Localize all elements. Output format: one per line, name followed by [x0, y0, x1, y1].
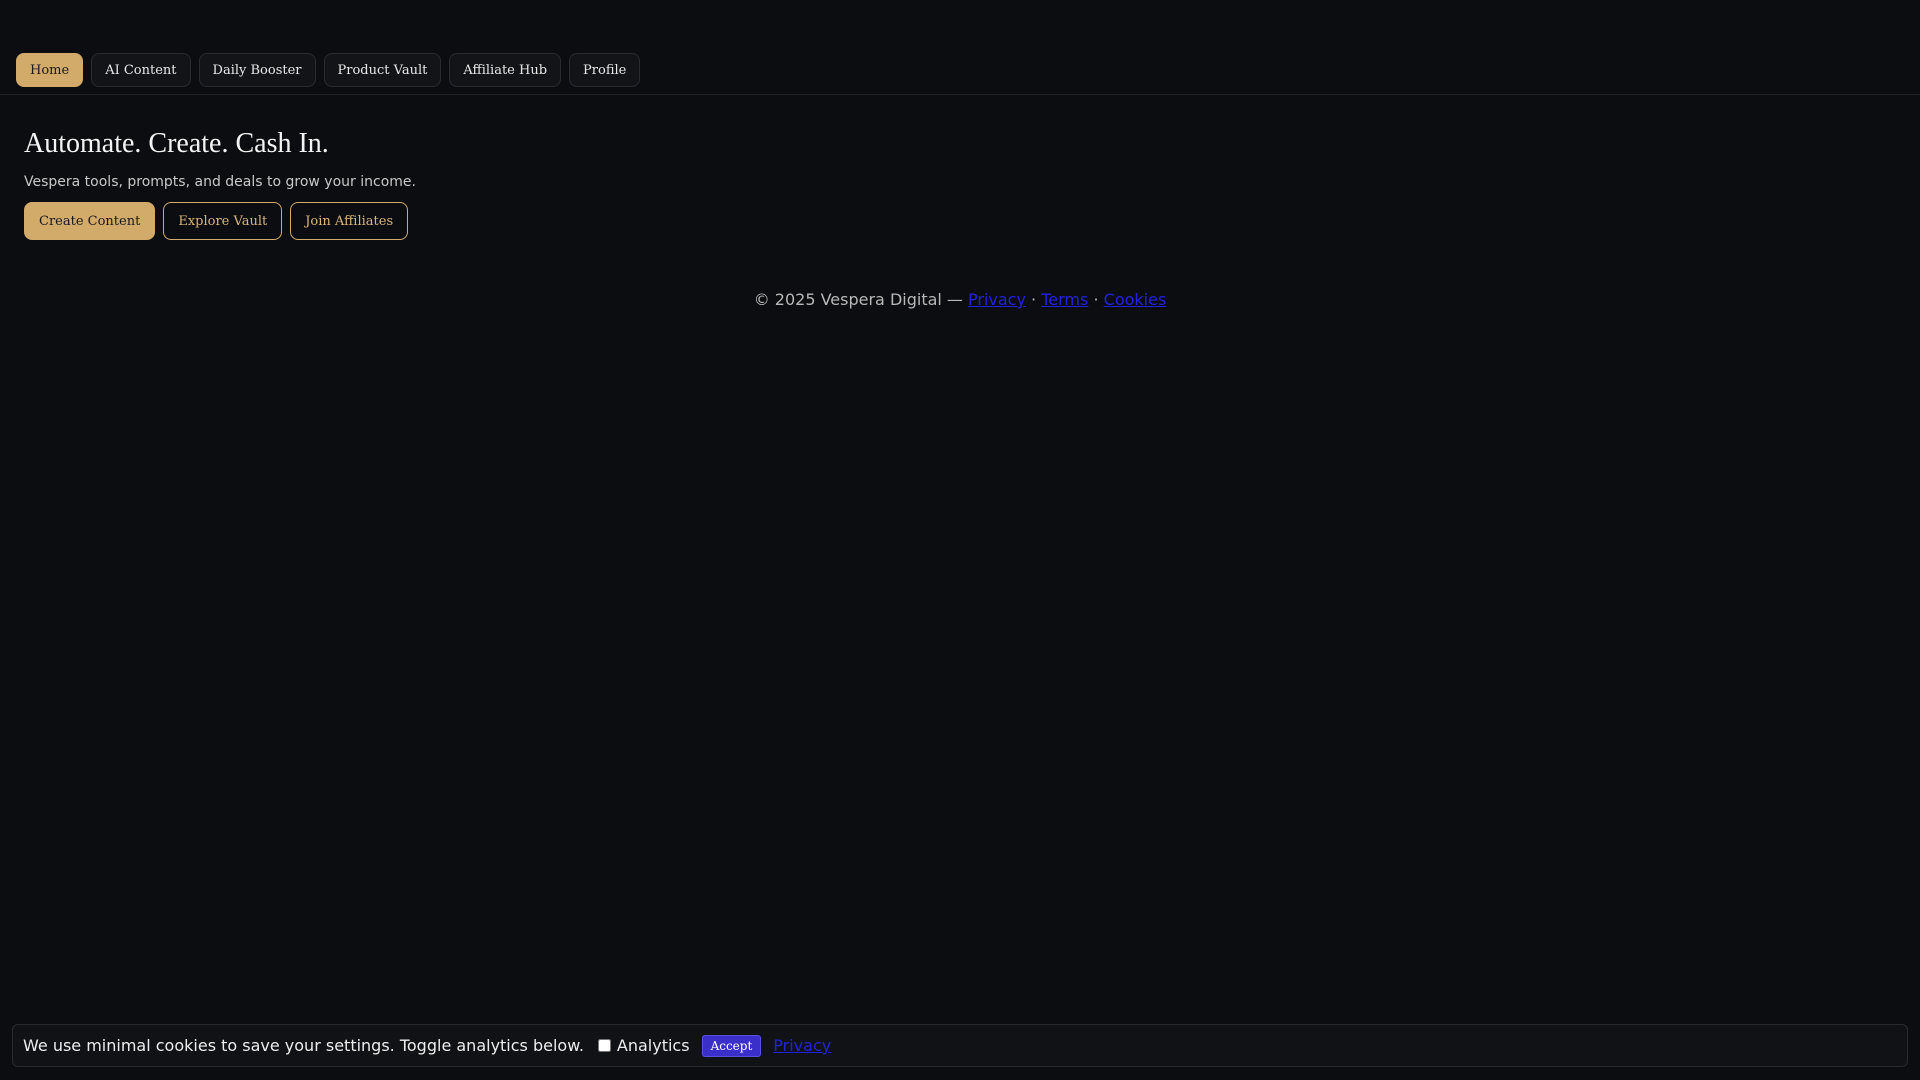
accept-cookies-button[interactable]: Accept	[701, 1034, 762, 1057]
footer-cookies-link[interactable]: Cookies	[1104, 290, 1167, 309]
hero-subtitle: Vespera tools, prompts, and deals to gro…	[24, 174, 416, 190]
tab-ai-content[interactable]: AI Content	[91, 53, 191, 87]
tab-home[interactable]: Home	[16, 53, 84, 87]
footer-terms-link[interactable]: Terms	[1041, 290, 1088, 309]
footer-privacy-link[interactable]: Privacy	[968, 290, 1026, 309]
tab-product-vault[interactable]: Product Vault	[323, 53, 442, 87]
nav-tabs: Home AI Content Daily Booster Product Va…	[16, 53, 641, 87]
join-affiliates-button[interactable]: Join Affiliates	[290, 202, 409, 240]
tab-daily-booster[interactable]: Daily Booster	[198, 53, 316, 87]
tab-affiliate-hub[interactable]: Affiliate Hub	[449, 53, 562, 87]
create-content-button[interactable]: Create Content	[24, 202, 156, 240]
analytics-toggle[interactable]: Analytics	[597, 1036, 690, 1055]
hero-title: Automate. Create. Cash In.	[24, 128, 329, 159]
cookie-banner: We use minimal cookies to save your sett…	[12, 1024, 1908, 1067]
analytics-label: Analytics	[616, 1036, 690, 1055]
cookie-privacy-link[interactable]: Privacy	[773, 1036, 831, 1055]
footer-separator: ·	[1031, 290, 1037, 309]
cta-row: Create Content Explore Vault Join Affili…	[24, 202, 416, 240]
footer-copyright: © 2025 Vespera Digital —	[753, 290, 963, 309]
explore-vault-button[interactable]: Explore Vault	[163, 202, 283, 240]
footer: © 2025 Vespera Digital — Privacy · Terms…	[0, 290, 1920, 309]
hero-section: Automate. Create. Cash In. Vespera tools…	[24, 124, 416, 240]
analytics-checkbox[interactable]	[597, 1039, 611, 1052]
top-navigation: Home AI Content Daily Booster Product Va…	[0, 0, 1920, 95]
cookie-message: We use minimal cookies to save your sett…	[23, 1036, 584, 1055]
footer-separator: ·	[1093, 290, 1099, 309]
tab-profile[interactable]: Profile	[569, 53, 641, 87]
